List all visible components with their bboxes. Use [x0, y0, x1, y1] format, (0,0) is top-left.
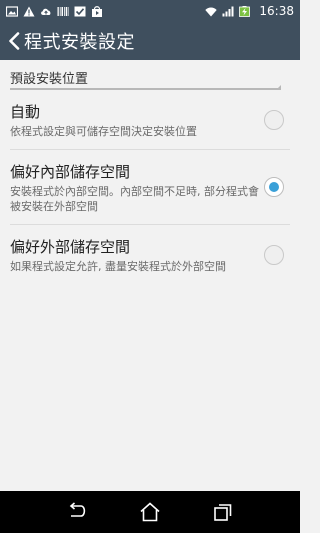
shopping-bag-icon: [91, 5, 103, 17]
recent-apps-icon: [212, 502, 234, 522]
option-title: 偏好外部儲存空間: [10, 238, 131, 256]
option-description: 依程式設定與可儲存空間決定安裝位置: [10, 125, 197, 138]
navigation-bar: [0, 491, 300, 533]
option-auto[interactable]: 自動 依程式設定與可儲存空間決定安裝位置: [10, 90, 290, 150]
battery-charging-icon: [239, 5, 251, 17]
nav-recent-apps-button[interactable]: [205, 497, 241, 527]
radio-button[interactable]: [264, 109, 284, 130]
category-title: 預設安裝位置: [10, 72, 89, 87]
option-prefer-internal[interactable]: 偏好內部儲存空間 安裝程式於內部空間。內部空間不足時, 部分程式會被安裝在外部空…: [10, 150, 290, 225]
back-icon: [66, 502, 88, 522]
nav-home-button[interactable]: [132, 497, 168, 527]
category-header: 預設安裝位置: [10, 68, 290, 90]
radio-button-selected[interactable]: [264, 177, 284, 197]
nav-back-button[interactable]: [59, 497, 95, 527]
app-bar: 程式安裝設定: [0, 22, 300, 60]
system-icons: 16:38: [205, 4, 294, 18]
clock: 16:38: [259, 4, 294, 18]
signal-icon: [222, 6, 234, 17]
warning-icon: [23, 6, 35, 17]
settings-content: 預設安裝位置 自動 依程式設定與可儲存空間決定安裝位置 偏好內部儲存空間 安裝程…: [0, 60, 300, 284]
image-icon: [6, 5, 18, 17]
page-title: 程式安裝設定: [24, 32, 135, 53]
home-icon: [139, 502, 161, 522]
radio-button[interactable]: [264, 244, 284, 265]
option-title: 自動: [10, 103, 41, 121]
option-description: 安裝程式於內部空間。內部空間不足時, 部分程式會被安裝在外部空間: [10, 185, 259, 213]
wifi-icon: [205, 6, 218, 17]
install-location-options: 自動 依程式設定與可儲存空間決定安裝位置 偏好內部儲存空間 安裝程式於內部空間。…: [0, 90, 300, 284]
screen: 16:38 程式安裝設定 預設安裝位置 自動 依程式設定與可儲存空間決定安裝位置…: [0, 0, 300, 533]
cloud-upload-icon: [40, 6, 52, 17]
option-description: 如果程式設定允許, 盡量安裝程式於外部空間: [10, 260, 226, 273]
notification-icons: [6, 5, 103, 17]
barcode-icon: [57, 6, 69, 17]
option-title: 偏好內部儲存空間: [10, 163, 131, 181]
chevron-left-icon: [8, 32, 20, 50]
status-bar: 16:38: [0, 0, 300, 22]
back-button[interactable]: [0, 22, 24, 60]
checkbox-icon: [74, 6, 86, 17]
option-prefer-external[interactable]: 偏好外部儲存空間 如果程式設定允許, 盡量安裝程式於外部空間: [10, 225, 290, 284]
